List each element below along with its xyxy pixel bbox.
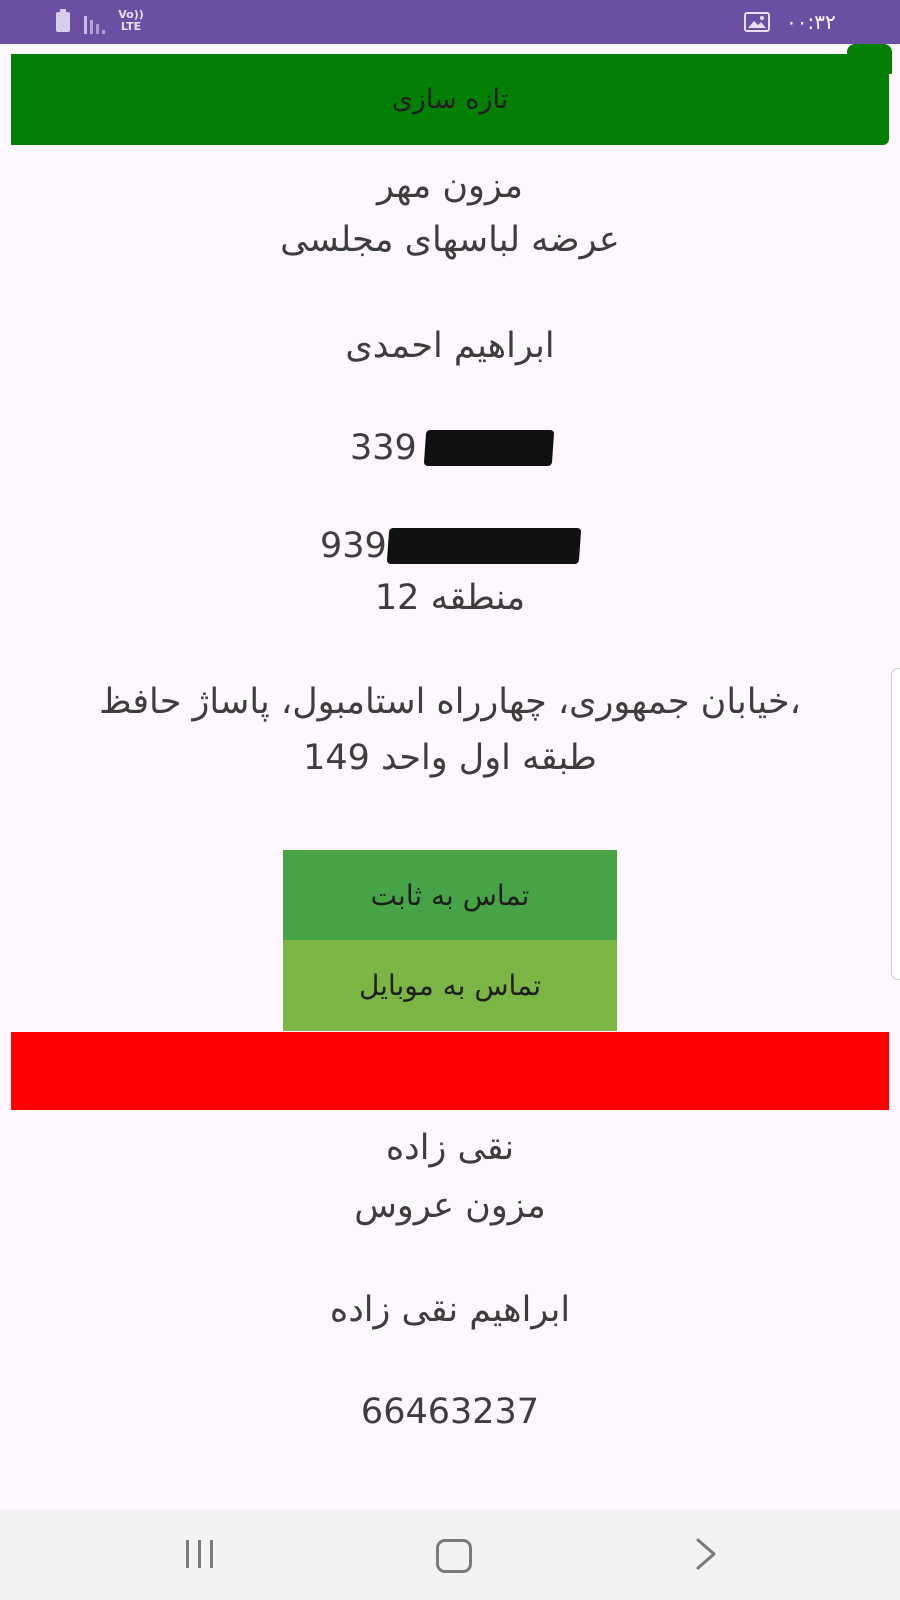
edge-panel-handle[interactable] (891, 668, 900, 980)
shop-owner: ابراهیم نقی زاده (329, 1290, 571, 1330)
refresh-button-label: تازه سازی (391, 84, 509, 115)
landline-number: 66463237 (360, 1392, 540, 1432)
back-icon[interactable] (692, 1536, 720, 1572)
call-landline-label: تماس به ثابت (370, 878, 530, 912)
image-icon (744, 12, 770, 32)
status-bar: Vo)) LTE ۰۰:۳۲ (0, 0, 900, 44)
volte-indicator: Vo)) LTE (118, 8, 144, 33)
navigation-bar (0, 1510, 900, 1600)
shop-description: مزون عروس (354, 1186, 546, 1226)
shop-name: مزون مهر (377, 166, 523, 206)
redaction-mark (423, 430, 555, 466)
signal-icon (84, 12, 110, 34)
status-clock: ۰۰:۳۲ (786, 10, 836, 34)
address-line-1: خیابان جمهوری، چهارراه استامبول، پاساژ ح… (99, 682, 801, 722)
shop-owner: ابراهیم احمدی (345, 326, 555, 366)
region: منطقه 12 (374, 578, 526, 618)
address-line-2: طبقه اول واحد 149 (303, 738, 597, 778)
recents-icon[interactable] (184, 1540, 218, 1568)
call-mobile-label: تماس به موبایل (358, 969, 542, 1002)
shop-description: عرضه لباسهای مجلسی (280, 220, 620, 260)
card-separator (11, 1032, 889, 1110)
call-landline-button[interactable]: تماس به ثابت (283, 850, 617, 940)
home-icon[interactable] (436, 1539, 472, 1573)
redaction-mark (386, 528, 582, 564)
call-mobile-button[interactable]: تماس به موبایل (283, 940, 617, 1031)
refresh-button[interactable]: تازه سازی (11, 44, 892, 145)
battery-icon (56, 9, 70, 32)
shop-name: نقی زاده (385, 1128, 515, 1168)
